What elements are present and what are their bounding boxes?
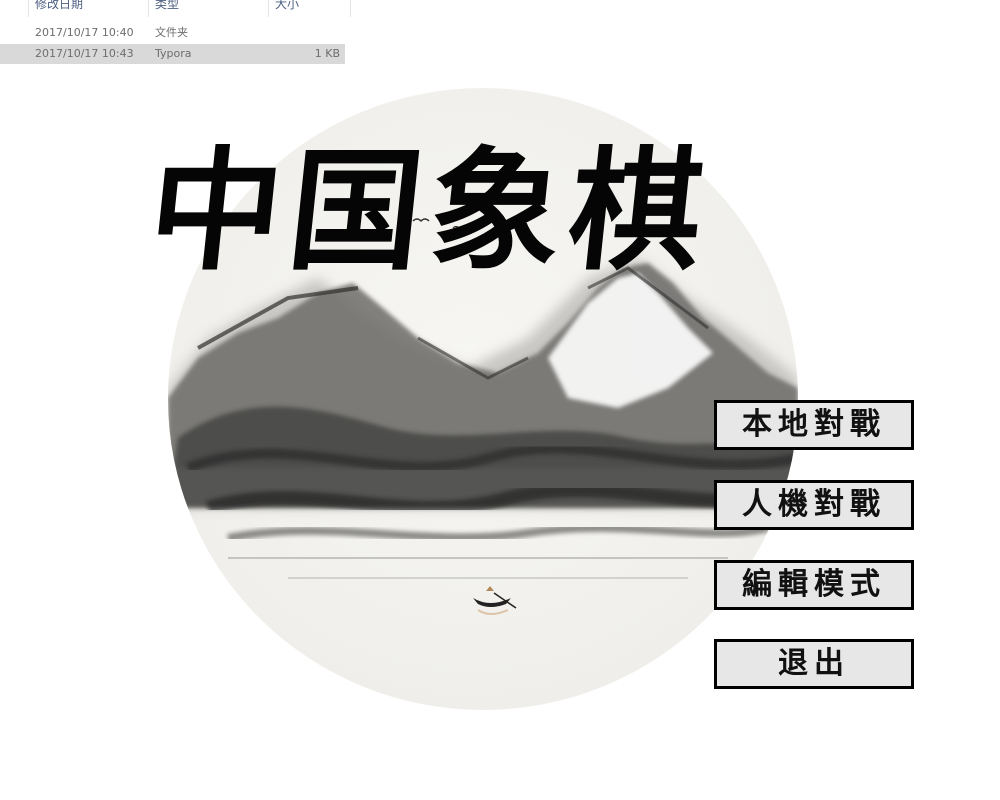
vs-computer-button[interactable]: 人機對戰 <box>714 480 914 530</box>
game-title: 中国象棋 <box>141 134 719 289</box>
column-header-modified-date[interactable]: 修改日期 <box>28 0 150 17</box>
file-row-type: Typora <box>155 47 192 60</box>
file-explorer-fragment: 修改日期 类型 大小 2017/10/17 10:40 文件夹 2017/10/… <box>0 0 351 70</box>
exit-button[interactable]: 退出 <box>714 639 914 689</box>
file-row-date: 2017/10/17 10:40 <box>35 26 134 39</box>
file-row-type: 文件夹 <box>155 26 188 39</box>
edit-mode-button[interactable]: 編輯模式 <box>714 560 914 610</box>
file-row-size: 1 KB <box>314 47 340 60</box>
file-row[interactable]: 2017/10/17 10:40 文件夹 <box>0 23 345 43</box>
local-battle-button[interactable]: 本地對戰 <box>714 400 914 450</box>
file-row-date: 2017/10/17 10:43 <box>35 47 134 60</box>
column-headers: 修改日期 类型 大小 <box>0 0 351 17</box>
column-header-size[interactable]: 大小 <box>268 0 351 17</box>
column-header-type[interactable]: 类型 <box>148 0 269 17</box>
file-row-selected[interactable]: 2017/10/17 10:43 Typora 1 KB <box>0 44 345 64</box>
